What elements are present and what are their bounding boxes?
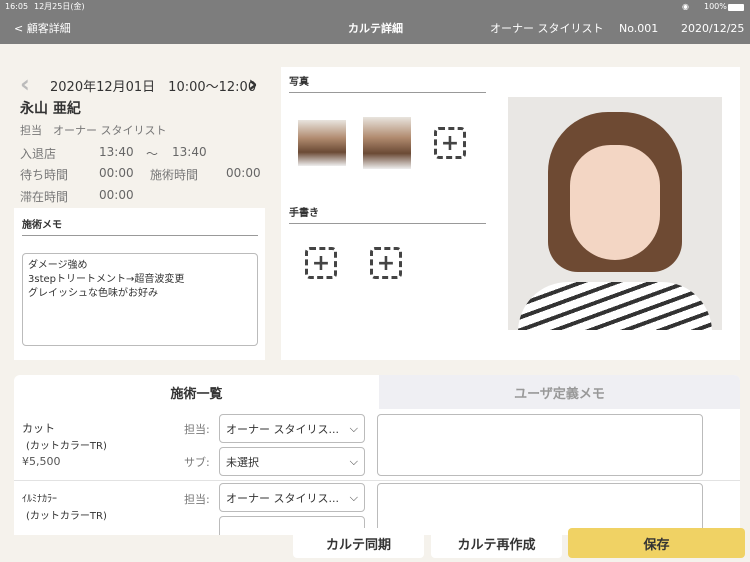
customer-name: 永山 亜紀: [20, 101, 81, 117]
divider: [289, 92, 486, 93]
service-price: ¥5,500: [22, 455, 61, 468]
stay-label: 滞在時間: [20, 190, 69, 204]
service-panel: 施術一覧 ユーザ定義メモ カット (カットカラーTR) ¥5,500 担当: オ…: [14, 375, 740, 535]
divider: [14, 480, 740, 481]
treat-time: 00:00: [226, 166, 261, 180]
add-photo-icon[interactable]: +: [434, 127, 466, 159]
memo-title: 施術メモ: [22, 220, 62, 231]
next-visit-icon[interactable]: ›: [248, 70, 258, 98]
save-button[interactable]: 保存: [568, 528, 745, 558]
battery-icon: [728, 4, 744, 11]
chevron-down-icon: ⌵: [349, 454, 358, 468]
wait-time: 00:00: [99, 166, 134, 180]
chevron-down-icon: ⌵: [349, 490, 358, 504]
status-time: 16:05: [5, 2, 29, 11]
staff-select-value: オーナー スタイリス...: [226, 491, 339, 505]
in-time: 13:40: [99, 145, 134, 159]
main-photo[interactable]: [508, 97, 722, 330]
divider: [289, 223, 486, 224]
status-bar: 16:05 12月25日(金) ◉ 100%: [0, 0, 750, 14]
photo-thumbnail[interactable]: [363, 117, 411, 169]
handwriting-title: 手書き: [289, 208, 319, 219]
add-handwriting-icon[interactable]: +: [305, 247, 337, 279]
memo-line: 3stepトリートメント→超音波変更: [28, 274, 185, 285]
page-title: カルテ詳細: [348, 22, 403, 35]
staff-label: 担当:: [184, 423, 210, 436]
back-button[interactable]: < 顧客詳細: [14, 14, 71, 44]
tilde: 〜: [146, 147, 159, 161]
photos-title: 写真: [289, 77, 309, 88]
treat-label: 施術時間: [150, 168, 199, 182]
treatment-memo-card: 施術メモ ダメージ強め 3stepトリートメント→超音波変更 グレイッシュな色味…: [14, 208, 265, 360]
battery-percent: 100%: [704, 2, 727, 11]
stay-time: 00:00: [99, 188, 134, 202]
sync-chart-button[interactable]: カルテ同期: [293, 528, 424, 558]
photo-thumbnail[interactable]: [298, 120, 346, 166]
sub-label: サブ:: [184, 456, 210, 469]
nav-date: 2020/12/25: [681, 22, 745, 35]
memo-textarea[interactable]: ダメージ強め 3stepトリートメント→超音波変更 グレイッシュな色味がお好み: [22, 253, 258, 346]
out-time: 13:40: [172, 145, 207, 159]
staff-select[interactable]: オーナー スタイリス... ⌵: [219, 483, 365, 512]
nav-number: No.001: [619, 22, 659, 35]
prev-visit-icon[interactable]: ‹: [20, 70, 30, 98]
nav-bar: < 顧客詳細 カルテ詳細 オーナー スタイリスト No.001 2020/12/…: [0, 14, 750, 44]
in-out-label: 入退店: [20, 147, 57, 161]
staff-select-value: オーナー スタイリス...: [226, 422, 339, 436]
service-memo-input[interactable]: [377, 414, 703, 476]
visit-datetime: 2020年12月01日 10:00〜12:00: [50, 80, 257, 95]
staff-label: 担当: [20, 124, 42, 137]
sub-select-value: 未選択: [226, 455, 259, 469]
add-handwriting-icon[interactable]: +: [370, 247, 402, 279]
tab-user-memo[interactable]: ユーザ定義メモ: [379, 375, 740, 409]
memo-line: ダメージ強め: [28, 260, 88, 271]
service-name: ｲﾙﾐﾅｶﾗｰ: [22, 494, 57, 505]
divider: [22, 235, 258, 236]
memo-line: グレイッシュな色味がお好み: [28, 288, 158, 299]
staff-select[interactable]: オーナー スタイリス... ⌵: [219, 414, 365, 443]
service-category: (カットカラーTR): [26, 441, 107, 452]
nav-staff: オーナー スタイリスト: [490, 22, 604, 35]
recreate-chart-button[interactable]: カルテ再作成: [431, 528, 562, 558]
sub-staff-select[interactable]: 未選択 ⌵: [219, 447, 365, 476]
staff-label: 担当:: [184, 493, 210, 506]
status-date: 12月25日(金): [34, 2, 85, 11]
service-category: (カットカラーTR): [26, 511, 107, 522]
wait-label: 待ち時間: [20, 168, 69, 182]
chevron-down-icon: ⌵: [349, 421, 358, 435]
service-name: カット: [22, 422, 55, 435]
tab-service-list[interactable]: 施術一覧: [14, 375, 379, 409]
wifi-icon: ◉: [682, 2, 689, 11]
staff-name: オーナー スタイリスト: [53, 124, 167, 137]
photo-card: 写真 + 手書き + +: [281, 67, 740, 360]
